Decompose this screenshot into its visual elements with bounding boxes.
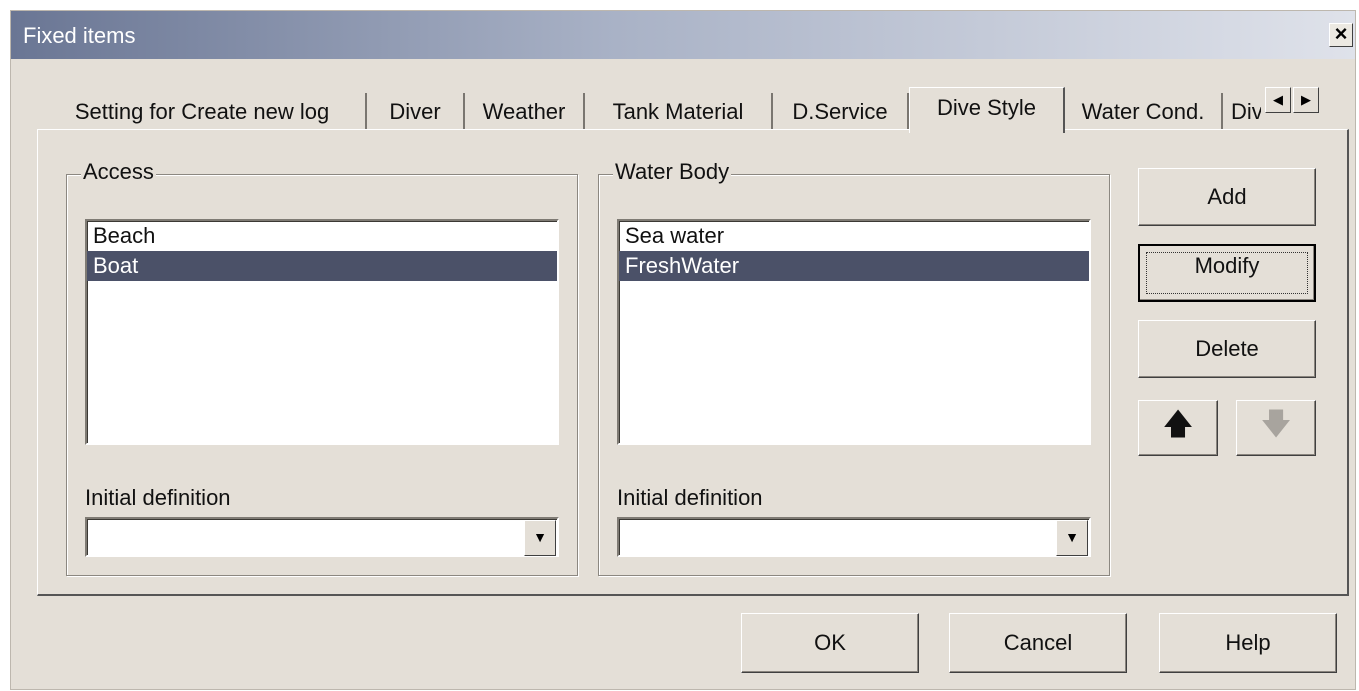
list-item-selected[interactable]: FreshWater — [619, 251, 1089, 281]
access-group-label: Access — [81, 159, 156, 185]
arrow-down-icon: 🡇 — [1260, 408, 1292, 441]
tab-div[interactable]: Div — [1223, 93, 1261, 131]
list-item[interactable]: Beach — [87, 221, 557, 251]
access-initial-definition-combo[interactable]: ▼ — [85, 517, 559, 557]
tab-strip: Setting for Create new log Diver Weather… — [39, 87, 1319, 133]
water-body-group-label: Water Body — [613, 159, 732, 185]
list-item[interactable]: Sea water — [619, 221, 1089, 251]
water-body-group: Water Body Sea water FreshWater Initial … — [598, 159, 1110, 576]
list-item-selected[interactable]: Boat — [87, 251, 557, 281]
water-body-initial-definition-label: Initial definition — [617, 485, 763, 510]
cancel-button[interactable]: Cancel — [949, 613, 1127, 673]
title-bar[interactable]: Fixed items × — [11, 11, 1355, 59]
tab-scroll-left-button[interactable]: ◀ — [1265, 87, 1291, 113]
close-button[interactable]: × — [1329, 23, 1353, 47]
access-group: Access Beach Boat Initial definition ▼ — [66, 159, 578, 576]
tab-setting-for-create-new-log[interactable]: Setting for Create new log — [39, 93, 367, 131]
add-button[interactable]: Add — [1138, 168, 1316, 226]
water-body-initial-definition-combo[interactable]: ▼ — [617, 517, 1091, 557]
tab-diver[interactable]: Diver — [367, 93, 465, 131]
arrow-up-icon: 🡅 — [1162, 408, 1194, 441]
tab-weather[interactable]: Weather — [465, 93, 585, 131]
tab-dive-style[interactable]: Dive Style — [909, 87, 1065, 133]
window-title: Fixed items — [23, 23, 136, 48]
move-up-button[interactable]: 🡅 — [1138, 400, 1218, 456]
modify-button-label: Modify — [1146, 252, 1308, 294]
ok-button[interactable]: OK — [741, 613, 919, 673]
access-listbox[interactable]: Beach Boat — [85, 219, 559, 445]
access-initial-definition-label: Initial definition — [85, 485, 231, 510]
chevron-down-icon[interactable]: ▼ — [524, 520, 556, 556]
tab-d-service[interactable]: D.Service — [773, 93, 909, 131]
dive-style-panel: Access Beach Boat Initial definition ▼ W… — [37, 129, 1349, 596]
tab-water-cond[interactable]: Water Cond. — [1065, 93, 1223, 131]
delete-button[interactable]: Delete — [1138, 320, 1316, 378]
help-button[interactable]: Help — [1159, 613, 1337, 673]
tab-scroll-right-button[interactable]: ▶ — [1293, 87, 1319, 113]
water-body-listbox[interactable]: Sea water FreshWater — [617, 219, 1091, 445]
chevron-down-icon[interactable]: ▼ — [1056, 520, 1088, 556]
move-down-button[interactable]: 🡇 — [1236, 400, 1316, 456]
fixed-items-dialog: Fixed items × Setting for Create new log… — [10, 10, 1356, 690]
tab-tank-material[interactable]: Tank Material — [585, 93, 773, 131]
modify-button[interactable]: Modify — [1138, 244, 1316, 302]
